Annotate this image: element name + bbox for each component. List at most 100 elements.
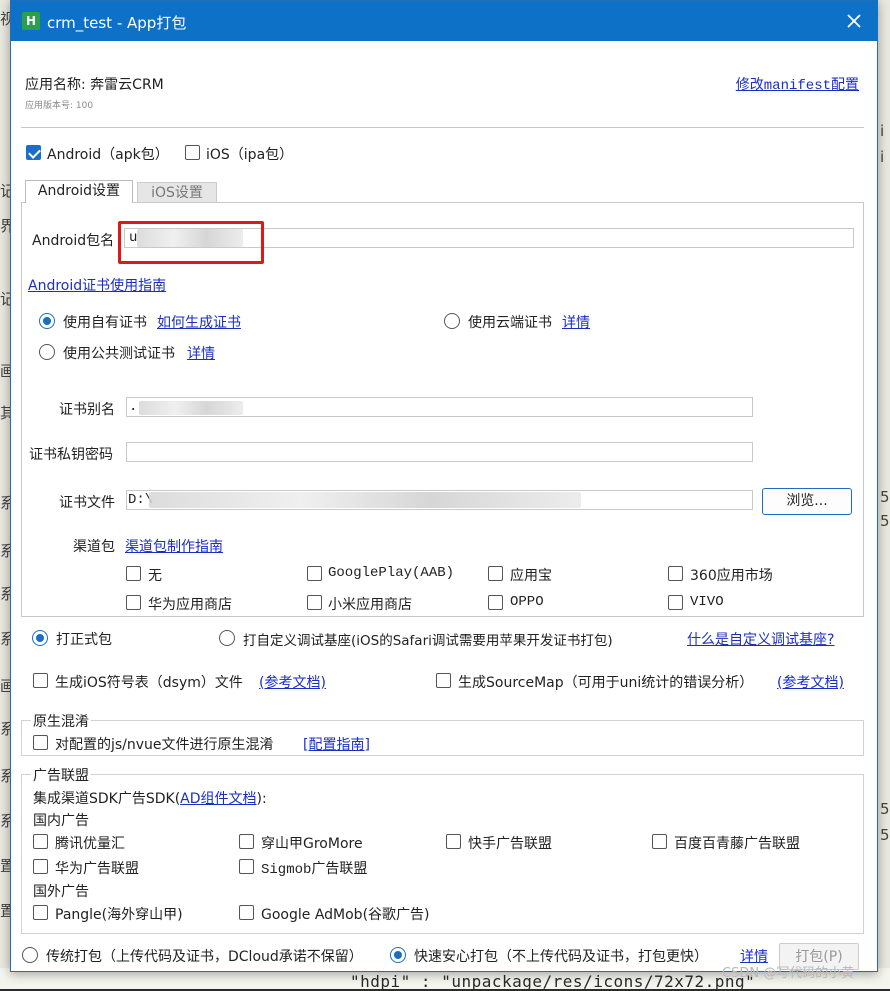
bg-glyph: 5 (880, 488, 890, 506)
ad-tencent-checkbox[interactable] (33, 834, 48, 849)
cloud-cert-detail-link[interactable]: 详情 (562, 312, 590, 332)
cert-file-label: 证书文件 (59, 495, 115, 511)
ad-sigmob-checkbox[interactable] (239, 859, 254, 874)
cert-password-input[interactable] (126, 442, 753, 462)
android-cert-guide-link[interactable]: Android证书使用指南 (28, 275, 166, 295)
foreign-ads-label: 国外广告 (33, 884, 89, 900)
redacted-cert-alias (139, 401, 243, 415)
ad-admob-label: Google AdMob(谷歌广告) (261, 907, 430, 923)
ad-pangle-checkbox[interactable] (33, 905, 48, 920)
public-test-cert-detail-link[interactable]: 详情 (187, 343, 215, 363)
channel-label: 渠道包 (73, 539, 115, 555)
bg-glyph: 5 (880, 512, 890, 530)
obfuscation-label: 对配置的js/nvue文件进行原生混淆 (55, 737, 274, 753)
obfuscation-title: 原生混淆 (31, 711, 91, 731)
window-title: crm_test - App打包 (47, 14, 187, 32)
redacted-cert-file-path (149, 492, 581, 508)
bg-glyph: i (880, 148, 885, 166)
channel-yingyongbao-checkbox[interactable] (488, 566, 503, 581)
android-package-label: Android包名 (32, 233, 115, 249)
public-test-cert-radio[interactable] (39, 344, 55, 360)
ad-admob-checkbox[interactable] (239, 905, 254, 920)
ad-baidu-label: 百度百青藤广告联盟 (674, 836, 800, 852)
ad-kuaishou-checkbox[interactable] (446, 834, 461, 849)
fast-safe-pack-radio[interactable] (390, 947, 406, 963)
divider (21, 127, 864, 128)
edit-manifest-link[interactable]: 修改manifest配置 (736, 74, 859, 94)
title-bar: H crm_test - App打包 (11, 1, 877, 41)
cloud-cert-label: 使用云端证书 (468, 315, 552, 331)
ad-baidu-checkbox[interactable] (652, 834, 667, 849)
release-build-radio[interactable] (32, 630, 48, 646)
custom-debug-base-help-link[interactable]: 什么是自定义调试基座? (687, 629, 834, 649)
channel-guide-link[interactable]: 渠道包制作指南 (125, 536, 223, 556)
traditional-pack-label: 传统打包（上传代码及证书，DCloud承诺不保留） (46, 949, 363, 965)
channel-xiaomi-checkbox[interactable] (307, 595, 322, 610)
csdn-watermark: CSDN @写代码的小黄 (722, 966, 855, 981)
bg-glyph: 5 (880, 826, 890, 844)
own-cert-radio[interactable] (39, 313, 55, 329)
ad-sigmob-label: Sigmob广告联盟 (261, 862, 368, 878)
ios-platform-label: iOS（ipa包） (206, 147, 294, 163)
cert-alias-value: . (129, 399, 138, 415)
editor-code-line: "hdpi" : "unpackage/res/icons/72x72.png" (350, 972, 756, 991)
fast-safe-pack-label: 快速安心打包（不上传代码及证书，打包更快） (414, 949, 708, 965)
channel-oppo-checkbox[interactable] (488, 595, 503, 610)
app-version-label: 应用版本号: 100 (25, 101, 94, 111)
ad-gromore-label: 穿山甲GroMore (261, 836, 363, 852)
obfuscation-config-link[interactable]: [配置指南] (303, 734, 370, 754)
channel-huawei-label: 华为应用商店 (148, 597, 232, 613)
ads-intro-text: 集成渠道SDK广告SDK( (33, 791, 181, 807)
channel-vivo-label: VIVO (690, 594, 724, 610)
public-test-cert-label: 使用公共测试证书 (63, 346, 175, 362)
ads-intro-end: ): (256, 791, 267, 807)
tab-ios-settings[interactable]: iOS设置 (137, 182, 217, 204)
how-to-generate-cert-link[interactable]: 如何生成证书 (157, 312, 241, 332)
ad-pangle-label: Pangle(海外穿山甲) (55, 907, 183, 923)
sourcemap-label: 生成SourceMap（可用于uni统计的错误分析） (458, 675, 754, 691)
release-build-label: 打正式包 (56, 632, 112, 648)
android-platform-label: Android（apk包） (47, 147, 169, 163)
dsym-checkbox[interactable] (33, 673, 48, 688)
hbuilder-icon: H (22, 12, 40, 30)
channel-360-label: 360应用市场 (690, 568, 773, 584)
obfuscation-checkbox[interactable] (33, 735, 48, 750)
channel-360-checkbox[interactable] (668, 566, 683, 581)
close-icon[interactable] (843, 10, 865, 32)
red-highlight-box (118, 221, 264, 264)
ad-huawei-checkbox[interactable] (33, 859, 48, 874)
cert-alias-label: 证书别名 (59, 402, 115, 418)
bg-glyph: 5 (880, 800, 890, 818)
dsym-doc-link[interactable]: (参考文档) (259, 672, 326, 692)
custom-debug-base-radio[interactable] (219, 630, 235, 646)
ads-title: 广告联盟 (31, 765, 91, 785)
browse-button[interactable]: 浏览... (762, 488, 852, 515)
sourcemap-doc-link[interactable]: (参考文档) (777, 672, 844, 692)
channel-vivo-checkbox[interactable] (668, 595, 683, 610)
ads-intro: 集成渠道SDK广告SDK(AD组件文档): (33, 788, 267, 808)
cloud-cert-radio[interactable] (444, 313, 460, 329)
tab-android-settings[interactable]: Android设置 (25, 180, 133, 203)
ad-component-doc-link[interactable]: AD组件文档 (180, 791, 256, 807)
traditional-pack-radio[interactable] (22, 947, 38, 963)
channel-googleplay-label: GooglePlay(AAB) (328, 565, 455, 581)
android-platform-checkbox[interactable] (26, 145, 41, 160)
ad-huawei-label: 华为广告联盟 (55, 861, 139, 877)
sourcemap-checkbox[interactable] (436, 673, 451, 688)
channel-yingyongbao-label: 应用宝 (510, 568, 552, 584)
own-cert-label: 使用自有证书 (63, 315, 147, 331)
channel-none-label: 无 (148, 568, 162, 584)
channel-huawei-checkbox[interactable] (126, 595, 141, 610)
ios-platform-checkbox[interactable] (185, 145, 200, 160)
bg-glyph: i (880, 122, 885, 140)
ad-tencent-label: 腾讯优量汇 (55, 836, 125, 852)
channel-googleplay-checkbox[interactable] (307, 566, 322, 581)
channel-oppo-label: OPPO (510, 594, 544, 610)
custom-debug-base-label: 打自定义调试基座(iOS的Safari调试需要用苹果开发证书打包) (243, 633, 613, 649)
app-name-label: 应用名称: 奔雷云CRM (25, 77, 164, 93)
ad-kuaishou-label: 快手广告联盟 (468, 836, 552, 852)
app-pack-dialog: H crm_test - App打包 应用名称: 奔雷云CRM 应用版本号: 1… (10, 0, 878, 972)
ad-gromore-checkbox[interactable] (239, 834, 254, 849)
channel-none-checkbox[interactable] (126, 566, 141, 581)
cert-password-label: 证书私钥密码 (29, 447, 113, 463)
